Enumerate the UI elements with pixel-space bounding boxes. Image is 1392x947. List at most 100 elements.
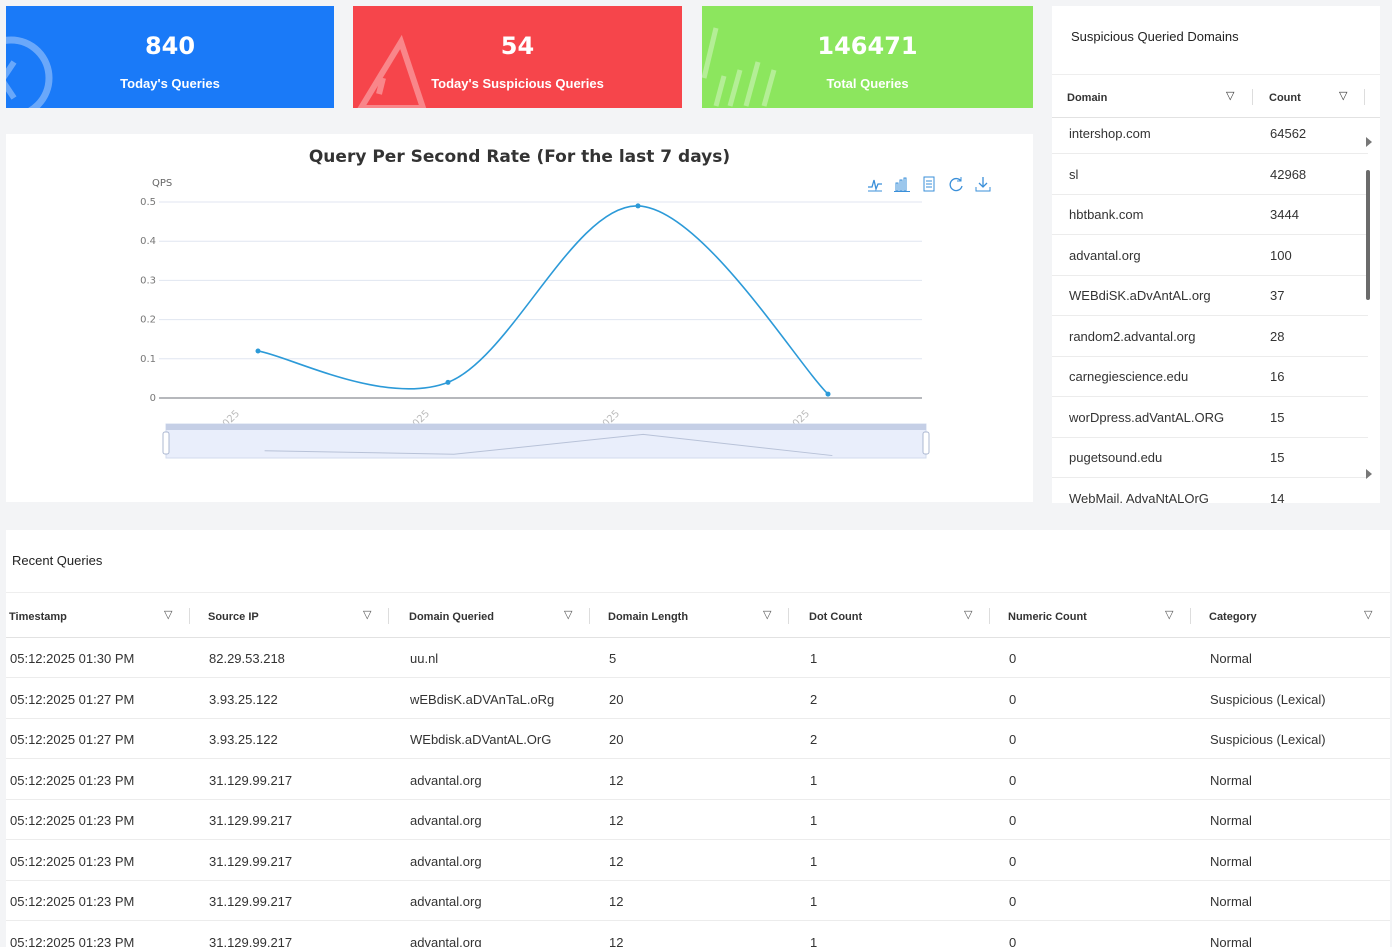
column-header-dot-count[interactable]: Dot Count: [809, 611, 862, 623]
chart-title: Query Per Second Rate (For the last 7 da…: [308, 147, 731, 167]
total-queries-label: Total Queries: [826, 76, 909, 91]
table-row[interactable]: 05:12:2025 01:23 PM 31.129.99.217 advantal…: [6, 841, 1390, 881]
category-cell: Normal: [1210, 934, 1252, 947]
column-header-domain-queried[interactable]: Domain Queried: [409, 611, 494, 623]
data-point: [445, 379, 451, 385]
domain-row[interactable]: pugetsound.edu 15: [1052, 438, 1368, 478]
domain-cell: advantal.org: [410, 894, 482, 909]
column-header-timestamp[interactable]: Timestamp: [9, 611, 67, 623]
numeric-count-cell: 0: [1009, 691, 1017, 707]
column-header-category[interactable]: Category: [1209, 611, 1257, 623]
column-divider: [189, 608, 190, 624]
domains-scrollbar[interactable]: [1366, 170, 1370, 300]
domain-filter-icon[interactable]: ▽: [1226, 89, 1234, 102]
domain-row[interactable]: random2.advantal.org 28: [1052, 317, 1368, 357]
domain-row[interactable]: WebMail. AdvaNtALOrG 14: [1052, 479, 1368, 504]
count-filter-icon[interactable]: ▽: [1339, 89, 1347, 102]
dot-count-cell: 1: [810, 813, 818, 828]
source-ip-cell: 31.129.99.217: [209, 813, 293, 828]
domain-cell: advantal.org: [410, 934, 482, 947]
line-chart-icon[interactable]: [864, 174, 885, 194]
y-tick-label: 0.3: [140, 275, 156, 286]
category-cell: Normal: [1210, 853, 1252, 869]
table-row[interactable]: 05:12:2025 01:23 PM 31.129.99.217 advantal…: [6, 800, 1390, 840]
filter-icon[interactable]: ▽: [1165, 608, 1173, 621]
table-row[interactable]: 05:12:2025 01:23 PM 31.129.99.217 advantal…: [6, 922, 1390, 947]
domain-name: carnegiescience.edu: [1069, 369, 1189, 384]
numeric-count-cell: 0: [1009, 934, 1017, 947]
domain-row[interactable]: worDpress.adVantAL.ORG 15: [1052, 398, 1368, 438]
column-divider: [1364, 89, 1365, 105]
dot-count-cell: 2: [810, 691, 818, 707]
domain-row[interactable]: WEBdiSK.aDvAntAL.org 37: [1052, 276, 1368, 316]
data-point: [635, 203, 641, 209]
domain-length-cell: 12: [609, 772, 624, 788]
table-row[interactable]: 05:12:2025 01:23 PM 31.129.99.217 advantal…: [6, 881, 1390, 921]
category-cell: Normal: [1210, 772, 1252, 788]
chart-toolbox: [864, 174, 993, 194]
filter-icon[interactable]: ▽: [164, 608, 172, 621]
y-tick-label: 0.2: [140, 315, 156, 326]
todays-suspicious-card: 54 Today's Suspicious Queries: [353, 6, 682, 108]
dot-count-cell: 1: [810, 853, 818, 869]
filter-icon[interactable]: ▽: [964, 608, 972, 621]
filter-icon[interactable]: ▽: [1364, 608, 1372, 621]
domain-row[interactable]: intershop.com 64562: [1052, 114, 1368, 154]
numeric-count-cell: 0: [1009, 772, 1017, 788]
total-queries-card: 146471 Total Queries: [702, 6, 1033, 108]
domain-count: 15: [1270, 409, 1285, 425]
download-icon[interactable]: [972, 174, 993, 194]
column-header-numeric-count[interactable]: Numeric Count: [1008, 611, 1087, 623]
domain-name: random2.advantal.org: [1069, 328, 1196, 344]
numeric-count-cell: 0: [1009, 853, 1017, 869]
domain-count: 64562: [1270, 126, 1307, 141]
category-cell: Normal: [1210, 813, 1252, 828]
domain-name: WebMail. AdvaNtALOrG: [1069, 490, 1209, 504]
timestamp-cell: 05:12:2025 01:23 PM: [10, 772, 135, 788]
bar-chart-icon[interactable]: [891, 174, 912, 194]
filter-icon[interactable]: ▽: [363, 608, 371, 621]
domain-count: 28: [1270, 328, 1285, 344]
table-row[interactable]: 05:12:2025 01:27 PM 3.93.25.122 wEBdisK.aD…: [6, 679, 1390, 719]
count-column-header[interactable]: Count: [1269, 92, 1301, 104]
category-cell: Suspicious (Lexical): [1210, 732, 1326, 747]
category-cell: Suspicious (Lexical): [1210, 691, 1326, 707]
domain-row[interactable]: hbtbank.com 3444: [1052, 195, 1368, 235]
column-header-domain-length[interactable]: Domain Length: [608, 611, 688, 623]
recent-queries-title: Recent Queries: [12, 553, 103, 568]
scroll-up-arrow-icon[interactable]: [1366, 137, 1372, 147]
scroll-down-arrow-icon[interactable]: [1366, 469, 1372, 479]
dot-count-cell: 1: [810, 894, 818, 909]
domain-name: WEBdiSK.aDvAntAL.org: [1069, 288, 1211, 303]
data-point: [825, 391, 831, 397]
source-ip-cell: 31.129.99.217: [209, 894, 293, 909]
table-row[interactable]: 05:12:2025 01:27 PM 3.93.25.122 WEbdisk.aD…: [6, 719, 1390, 759]
data-view-icon[interactable]: [918, 174, 939, 194]
source-ip-cell: 31.129.99.217: [209, 853, 293, 869]
column-divider: [989, 608, 990, 624]
dot-count-cell: 1: [810, 772, 818, 788]
todays-queries-label: Today's Queries: [120, 76, 220, 91]
restore-icon[interactable]: [945, 174, 966, 194]
todays-suspicious-value: 54: [500, 32, 535, 60]
numeric-count-cell: 0: [1009, 894, 1017, 909]
domain-length-cell: 12: [609, 813, 624, 828]
datazoom-bar: [166, 424, 926, 430]
filter-icon[interactable]: ▽: [763, 608, 771, 621]
datazoom-right-handle: [922, 431, 930, 455]
table-row[interactable]: 05:12:2025 01:23 PM 31.129.99.217 advantal…: [6, 760, 1390, 800]
domain-name: intershop.com: [1069, 126, 1151, 141]
todays-queries-value: 840: [144, 32, 196, 60]
timestamp-cell: 05:12:2025 01:23 PM: [10, 813, 135, 828]
column-header-source-ip[interactable]: Source IP: [208, 611, 259, 623]
domain-length-cell: 12: [609, 894, 624, 909]
source-ip-cell: 3.93.25.122: [209, 691, 278, 707]
filter-icon[interactable]: ▽: [564, 608, 572, 621]
domain-row[interactable]: carnegiescience.edu 16: [1052, 357, 1368, 397]
y-tick-label: 0.4: [140, 236, 156, 247]
table-row[interactable]: 05:12:2025 01:30 PM 82.29.53.218 uu.nl 5 1 0 N…: [6, 638, 1390, 678]
domain-cell: advantal.org: [410, 853, 482, 869]
domain-row[interactable]: sl 42968: [1052, 155, 1368, 195]
domain-row[interactable]: advantal.org 100: [1052, 236, 1368, 276]
domain-column-header[interactable]: Domain: [1067, 92, 1107, 104]
